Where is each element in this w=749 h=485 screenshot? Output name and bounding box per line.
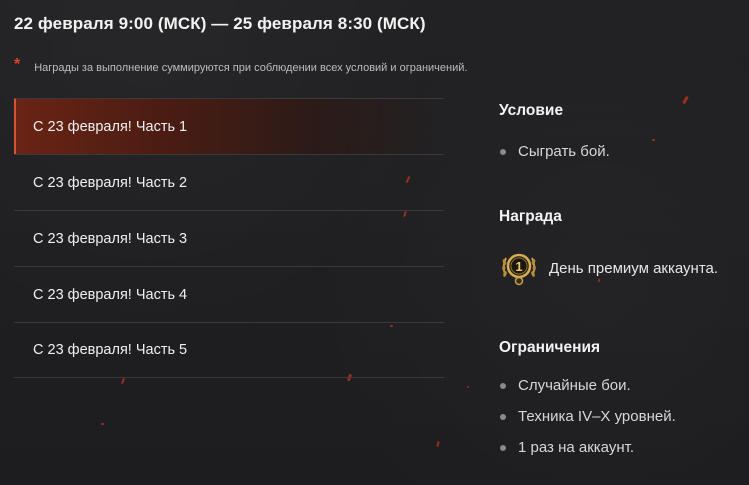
event-dates: 22 февраля 9:00 (МСК) — 25 февраля 8:30 … xyxy=(14,14,426,33)
restriction-item: 1 раз на аккаунт. xyxy=(499,439,634,456)
bullet-dot-icon xyxy=(500,382,506,389)
note-text: Награды за выполнение суммируются при со… xyxy=(34,62,468,74)
svg-text:1: 1 xyxy=(515,259,522,274)
asterisk-icon: * xyxy=(14,56,21,73)
condition-item-text: Сыграть бой. xyxy=(518,143,610,160)
reward-item: 1 День премиум аккаунта. xyxy=(499,248,718,288)
tab-part-5[interactable]: С 23 февраля! Часть 5 xyxy=(14,322,444,378)
condition-title: Условие xyxy=(499,102,564,119)
restriction-item: Техника IV–X уровней. xyxy=(499,408,676,425)
restriction-item-text: Случайные бои. xyxy=(518,377,631,394)
tab-part-1[interactable]: С 23 февраля! Часть 1 xyxy=(14,98,444,154)
restriction-item-text: 1 раз на аккаунт. xyxy=(518,439,634,456)
quest-tab-list: С 23 февраля! Часть 1 С 23 февраля! Част… xyxy=(14,98,444,378)
restriction-item-text: Техника IV–X уровней. xyxy=(518,408,676,425)
tab-part-2[interactable]: С 23 февраля! Часть 2 xyxy=(14,154,444,210)
condition-item: Сыграть бой. xyxy=(499,143,610,160)
tab-part-4[interactable]: С 23 февраля! Часть 4 xyxy=(14,266,444,322)
restrictions-title: Ограничения xyxy=(499,339,601,356)
tab-part-3[interactable]: С 23 февраля! Часть 3 xyxy=(14,210,444,266)
conditions-note: * Награды за выполнение суммируются при … xyxy=(14,56,468,75)
restriction-item: Случайные бои. xyxy=(499,377,631,394)
reward-title: Награда xyxy=(499,208,562,225)
reward-text: День премиум аккаунта. xyxy=(549,259,719,277)
quest-panel: 22 февраля 9:00 (МСК) — 25 февраля 8:30 … xyxy=(0,0,749,485)
bullet-dot-icon xyxy=(500,444,506,451)
bullet-dot-icon xyxy=(500,413,506,420)
bullet-dot-icon xyxy=(500,148,506,155)
premium-day-medal-icon: 1 xyxy=(502,253,536,286)
